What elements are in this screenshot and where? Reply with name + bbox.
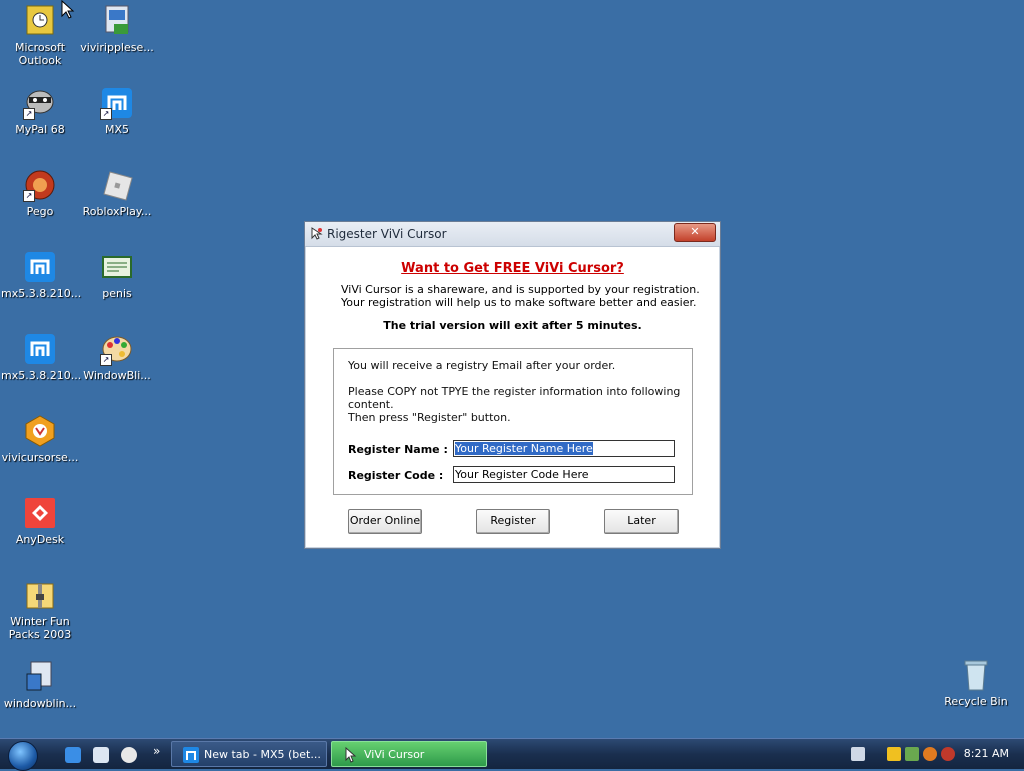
desktop-icon-mx5-installer-2[interactable]: mx5.3.8.210...	[1, 332, 82, 382]
shortcut-arrow-icon: ↗	[23, 190, 35, 202]
dialog-title: Rigester ViVi Cursor	[327, 227, 447, 241]
desktop-icon-label: mx5.3.8.210...	[1, 287, 82, 300]
clock[interactable]: 8:21 AM	[964, 747, 1009, 760]
desktop-icon-label: WindowBli...	[83, 369, 151, 382]
taskbar-button-label: ViVi Cursor	[364, 748, 425, 761]
maxthon-icon	[183, 747, 199, 763]
headline-link[interactable]: Want to Get FREE ViVi Cursor?	[305, 261, 720, 276]
security-shield-icon[interactable]	[887, 747, 901, 761]
order-online-button[interactable]: Order Online	[348, 509, 422, 534]
vivi-cursor-icon	[311, 227, 323, 240]
register-dialog: Rigester ViVi Cursor ✕ Want to Get FREE …	[304, 221, 721, 549]
desktop-icon-mx5-installer-1[interactable]: mx5.3.8.210...	[1, 250, 82, 300]
zip-folder-icon	[23, 578, 57, 612]
later-button[interactable]: Later	[604, 509, 679, 534]
desktop-icon-label: MyPal 68	[15, 123, 65, 136]
desktop-icon-recycle-bin[interactable]: Recycle Bin	[937, 658, 1015, 708]
desktop-icon-label: windowblin...	[3, 697, 77, 710]
desktop-icon-vivicursorsetup[interactable]: vivicursorse...	[1, 414, 79, 464]
desktop-icon-label: RobloxPlay...	[82, 205, 152, 218]
shortcut-arrow-icon: ↗	[100, 108, 112, 120]
vivi-cursor-icon	[345, 747, 357, 763]
desktop-icon-mypal[interactable]: ↗ MyPal 68	[1, 86, 79, 136]
desktop-icon-label: MX5	[104, 123, 130, 136]
desktop-icon-label: viviripplese...	[80, 41, 154, 54]
desktop-icon-label: Recycle Bin	[944, 695, 1008, 708]
desktop-icon-pego[interactable]: ↗ Pego	[1, 168, 79, 218]
installer-icon	[100, 4, 134, 38]
register-name-field[interactable]: Your Register Name Here	[453, 440, 675, 457]
outlook-icon	[23, 4, 57, 38]
recycle-bin-icon	[959, 658, 993, 692]
desktop-icon-anydesk[interactable]: AnyDesk	[1, 496, 79, 546]
maxthon-icon	[23, 332, 57, 366]
register-code-value: Your Register Code Here	[455, 468, 589, 481]
taskbar-button-vivi-cursor[interactable]: ViVi Cursor	[331, 741, 487, 767]
keyboard-icon[interactable]	[851, 747, 865, 761]
taskbar: » New tab - MX5 (bet... ViVi Cursor 8:21…	[0, 738, 1024, 771]
instruction-line: Then press "Register" button.	[348, 411, 511, 424]
vivi-icon	[23, 414, 57, 448]
register-name-value: Your Register Name Here	[455, 442, 593, 455]
show-desktop-icon[interactable]	[93, 747, 109, 763]
desktop-icon-label: Microsoft Outlook	[14, 41, 66, 67]
setup-icon	[23, 660, 57, 694]
mouse-pointer-icon	[61, 0, 75, 19]
register-button[interactable]: Register	[476, 509, 550, 534]
internet-explorer-icon[interactable]	[65, 747, 81, 763]
desktop-icon-label: AnyDesk	[15, 533, 65, 546]
register-name-label: Register Name :	[348, 443, 448, 456]
palette-icon: ↗	[100, 332, 134, 366]
desktop-icon-label: vivicursorse...	[1, 451, 79, 464]
vivaldi-icon[interactable]	[941, 747, 955, 761]
search-icon[interactable]	[923, 747, 937, 761]
desktop-icon-label: mx5.3.8.210...	[1, 369, 82, 382]
close-button[interactable]: ✕	[674, 223, 716, 242]
desktop-icon-viviripplese[interactable]: viviripplese...	[78, 4, 156, 54]
intro-text: ViVi Cursor is a shareware, and is suppo…	[341, 283, 700, 309]
media-player-icon[interactable]	[121, 747, 137, 763]
maxthon-icon	[23, 250, 57, 284]
dialog-titlebar[interactable]: Rigester ViVi Cursor ✕	[305, 222, 720, 247]
registration-panel: You will receive a registry Email after …	[333, 348, 693, 495]
desktop-icon-label: Winter Fun Packs 2003	[8, 615, 72, 641]
desktop-icon-winter-fun-packs[interactable]: Winter Fun Packs 2003	[1, 578, 79, 641]
desktop-icon-robloxplayer[interactable]: RobloxPlay...	[78, 168, 156, 218]
raccoon-icon: ↗	[23, 86, 57, 120]
instruction-line: Please COPY not TPYE the register inform…	[348, 385, 681, 411]
register-code-field[interactable]: Your Register Code Here	[453, 466, 675, 483]
network-icon[interactable]	[905, 747, 919, 761]
maxthon-icon: ↗	[100, 86, 134, 120]
desktop-icon-label: penis	[102, 287, 132, 300]
shortcut-arrow-icon: ↗	[23, 108, 35, 120]
anydesk-icon	[23, 496, 57, 530]
pego-icon: ↗	[23, 168, 57, 202]
instruction-line: You will receive a registry Email after …	[348, 359, 616, 372]
roblox-icon	[100, 168, 134, 202]
shortcut-arrow-icon: ↗	[100, 354, 112, 366]
desktop-icon-mx5[interactable]: ↗ MX5	[78, 86, 156, 136]
desktop-icon-label: Pego	[26, 205, 54, 218]
quicklaunch-chevron[interactable]: »	[153, 744, 160, 758]
taskbar-button-label: New tab - MX5 (bet...	[204, 748, 321, 761]
trial-notice: The trial version will exit after 5 minu…	[383, 319, 642, 332]
taskbar-button-mx5[interactable]: New tab - MX5 (bet...	[171, 741, 327, 767]
desktop-icon-penis[interactable]: penis	[78, 250, 156, 300]
register-code-label: Register Code :	[348, 469, 444, 482]
desktop-icon-windowblinds-setup[interactable]: windowblin...	[1, 660, 79, 710]
start-button[interactable]	[8, 741, 38, 771]
desktop-icon-windowblinds[interactable]: ↗ WindowBli...	[78, 332, 156, 382]
certificate-icon	[100, 250, 134, 284]
